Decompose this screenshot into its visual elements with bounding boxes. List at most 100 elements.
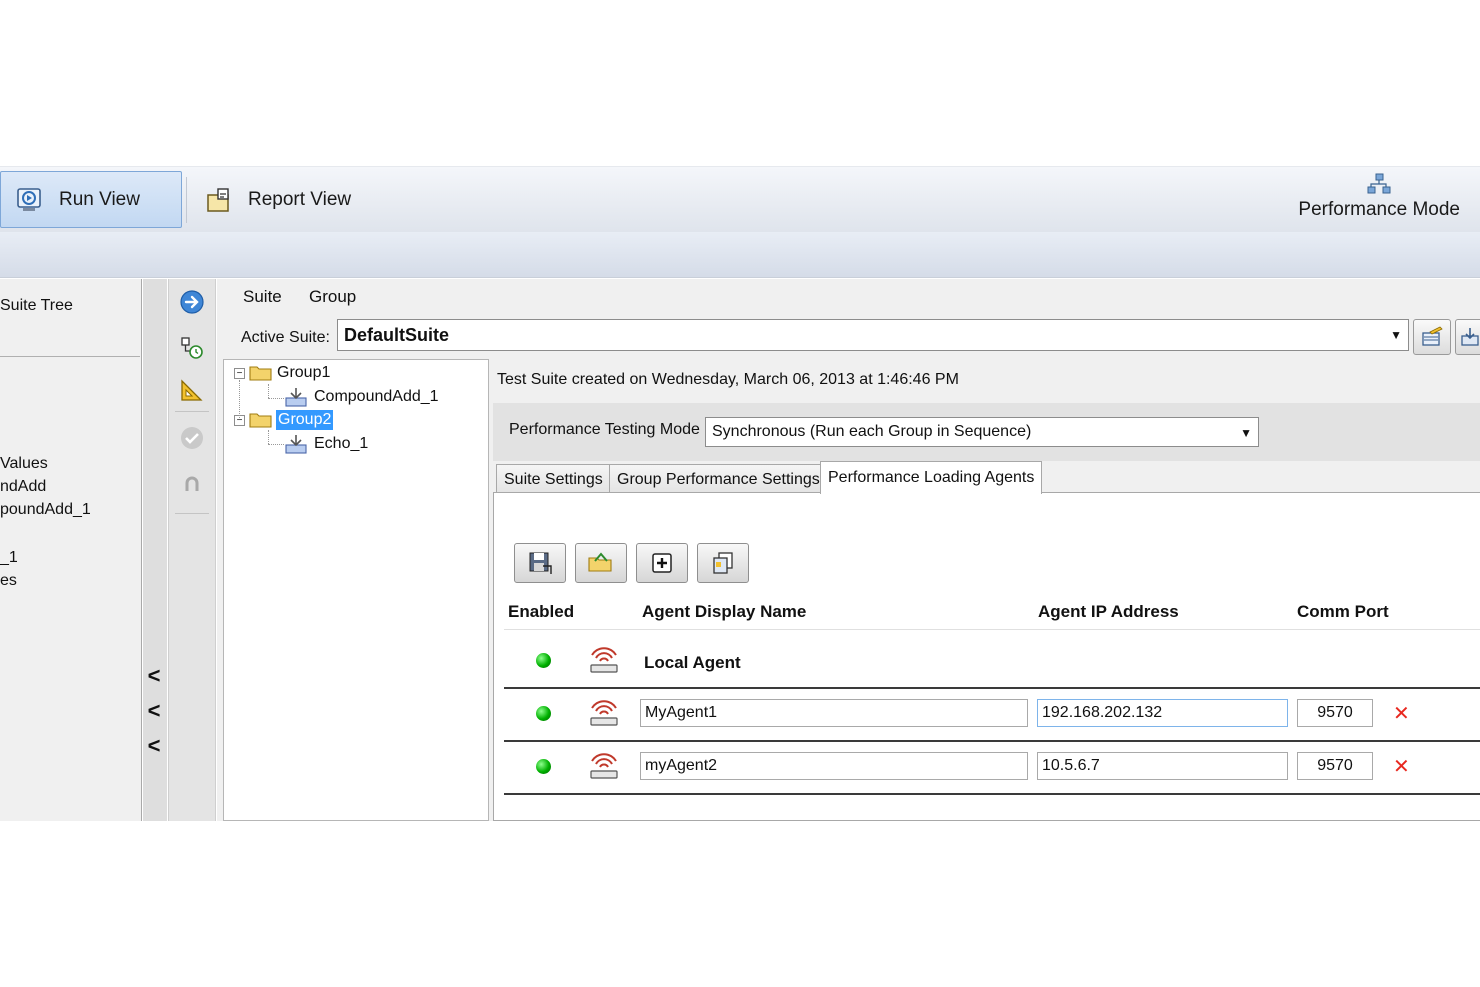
enabled-indicator[interactable]	[536, 706, 551, 721]
list-item[interactable]: Values	[0, 455, 48, 473]
report-view-button[interactable]: Report View	[190, 171, 390, 228]
collapse-button[interactable]: <	[144, 698, 164, 724]
tree-node-label: CompoundAdd_1	[314, 388, 439, 405]
performance-mode-band: Performance Testing Mode Synchronous (Ru…	[493, 403, 1480, 461]
add-agent-button[interactable]	[636, 543, 688, 583]
report-view-icon	[207, 187, 229, 212]
tree-line	[268, 444, 284, 445]
enabled-indicator[interactable]	[536, 653, 551, 668]
list-item[interactable]: ndAdd	[0, 478, 46, 496]
row-divider	[504, 793, 1480, 795]
menu-group[interactable]: Group	[309, 287, 356, 307]
suite-tree-panel: Suite Tree Values ndAdd poundAdd_1 _1 es	[0, 279, 142, 821]
active-suite-label: Active Suite:	[241, 329, 330, 346]
tree-node-group1[interactable]: − Group1	[234, 364, 330, 382]
row-divider	[504, 740, 1480, 742]
agent-ip-input[interactable]: 192.168.202.132	[1037, 699, 1288, 727]
delete-agent-icon[interactable]: ✕	[1393, 701, 1410, 726]
chevron-down-icon: ▼	[1390, 328, 1402, 342]
performance-mode-label: Performance Mode	[1298, 199, 1460, 220]
tab-group-performance-settings[interactable]: Group Performance Settings	[609, 464, 828, 494]
comm-port-input[interactable]: 9570	[1297, 699, 1373, 727]
row-divider	[504, 687, 1480, 689]
performance-testing-mode-value: Synchronous (Run each Group in Sequence)	[712, 423, 1032, 440]
arrow-right-icon[interactable]	[179, 289, 205, 315]
undo-icon[interactable]	[179, 471, 205, 497]
active-suite-dropdown[interactable]: DefaultSuite ▼	[337, 319, 1409, 351]
ribbon-divider	[186, 177, 187, 223]
edit-suite-icon	[1422, 326, 1443, 346]
tab-suite-settings[interactable]: Suite Settings	[496, 464, 611, 494]
suite-tree-list: Values ndAdd poundAdd_1 _1 es	[0, 356, 140, 821]
performance-loading-agents-panel: Enabled Agent Display Name Agent IP Addr…	[493, 492, 1480, 821]
main-area: Suite Group Active Suite: DefaultSuite ▼…	[217, 279, 1480, 821]
ribbon-subbar	[0, 232, 1480, 278]
check-icon[interactable]	[179, 425, 205, 451]
column-header-enabled: Enabled	[508, 602, 575, 621]
tree-line	[239, 380, 240, 418]
tree-node-label: Group2	[276, 410, 334, 430]
run-view-button[interactable]: Run View	[0, 171, 182, 228]
column-header-comm-port: Comm Port	[1297, 602, 1389, 621]
tree-node-label: Group1	[277, 364, 331, 381]
strip-divider	[175, 411, 209, 412]
menu-suite[interactable]: Suite	[243, 287, 282, 307]
performance-testing-mode-dropdown[interactable]: Synchronous (Run each Group in Sequence)…	[705, 417, 1259, 447]
list-item[interactable]: poundAdd_1	[0, 501, 91, 519]
performance-mode-button[interactable]: Performance Mode	[1298, 173, 1460, 221]
schedule-icon[interactable]	[179, 335, 205, 361]
action-icon-strip	[168, 279, 216, 821]
active-suite-value: DefaultSuite	[344, 324, 450, 345]
test-case-icon	[285, 435, 307, 454]
collapse-button[interactable]: <	[144, 733, 164, 759]
agent-ip-input[interactable]: 10.5.6.7	[1037, 752, 1288, 780]
group-tree: − Group1 CompoundAdd_1 − Group2 Echo_1	[223, 359, 489, 821]
tree-node-test[interactable]: CompoundAdd_1	[284, 387, 439, 407]
list-item[interactable]: _1	[0, 549, 18, 567]
agent-name-input[interactable]: myAgent2	[640, 752, 1028, 780]
save-suite-button[interactable]	[1455, 319, 1480, 355]
list-item[interactable]: es	[0, 572, 17, 590]
view-ribbon: Run View Report View Performance Mode	[0, 166, 1480, 232]
test-case-icon	[285, 388, 307, 407]
agent-wireless-icon	[590, 647, 618, 673]
tree-line	[268, 430, 269, 444]
agent-wireless-icon	[590, 700, 618, 726]
local-agent-name: Local Agent	[644, 653, 741, 672]
tree-node-test[interactable]: Echo_1	[284, 434, 368, 454]
folder-icon	[249, 366, 272, 381]
tree-node-group2[interactable]: − Group2	[234, 410, 334, 430]
copy-agent-button[interactable]	[697, 543, 749, 583]
report-view-label: Report View	[248, 188, 352, 210]
strip-divider	[175, 513, 209, 514]
collapse-strip: < < <	[143, 279, 167, 821]
folder-icon	[249, 413, 272, 428]
collapse-toggle-icon[interactable]: −	[234, 367, 245, 379]
triangle-ruler-icon[interactable]	[179, 377, 205, 403]
edit-suite-button[interactable]	[1413, 319, 1451, 355]
open-folder-icon	[588, 552, 612, 572]
agent-wireless-icon	[590, 753, 618, 779]
tree-line	[268, 384, 269, 398]
performance-testing-mode-label: Performance Testing Mode	[509, 421, 700, 438]
collapse-button[interactable]: <	[144, 663, 164, 689]
save-disk-icon	[529, 552, 552, 574]
chevron-down-icon: ▼	[1240, 426, 1252, 440]
comm-port-input[interactable]: 9570	[1297, 752, 1373, 780]
delete-agent-icon[interactable]: ✕	[1393, 754, 1410, 779]
column-header-agent-name: Agent Display Name	[642, 602, 807, 621]
suite-created-text: Test Suite created on Wednesday, March 0…	[497, 371, 959, 388]
tab-performance-loading-agents[interactable]: Performance Loading Agents	[820, 461, 1043, 494]
run-view-icon	[17, 187, 41, 211]
copy-icon	[713, 552, 733, 574]
agent-name-input[interactable]: MyAgent1	[640, 699, 1028, 727]
run-view-label: Run View	[59, 188, 140, 210]
enabled-indicator[interactable]	[536, 759, 551, 774]
suite-tree-title: Suite Tree	[0, 297, 73, 314]
tree-line	[268, 398, 284, 399]
save-icon	[1461, 328, 1479, 346]
network-icon	[1367, 173, 1391, 194]
save-agents-button[interactable]	[514, 543, 566, 583]
header-divider	[504, 629, 1480, 630]
open-agents-button[interactable]	[575, 543, 627, 583]
